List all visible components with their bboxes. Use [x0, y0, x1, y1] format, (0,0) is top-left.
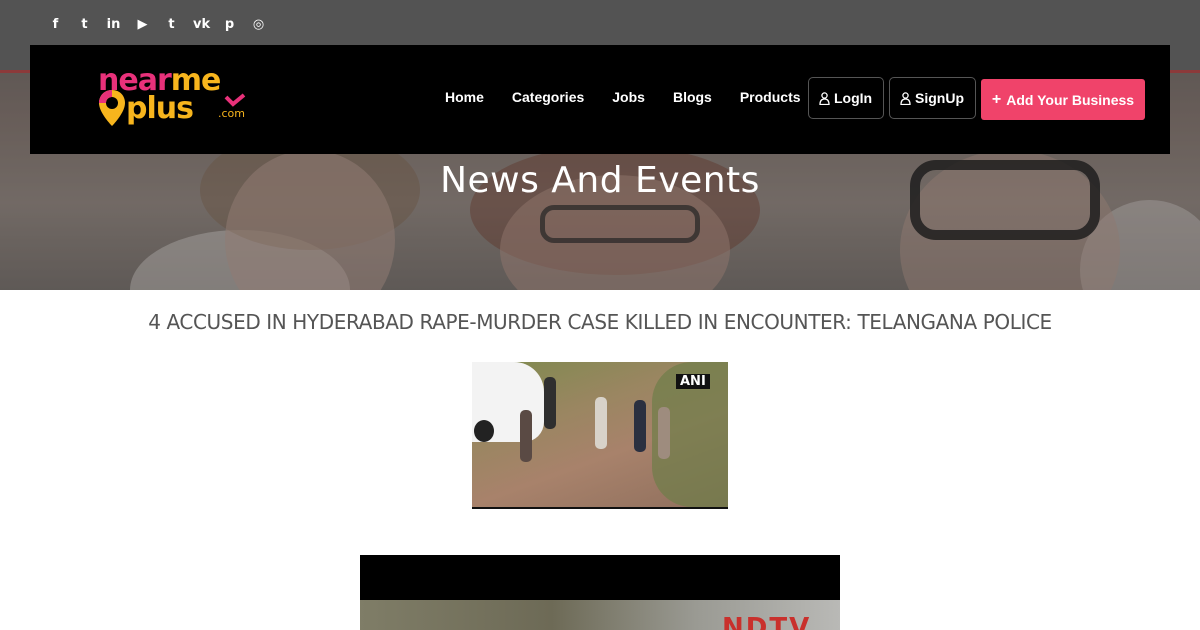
pinterest-icon[interactable]: p [222, 16, 237, 34]
logo-plus-text: plus [126, 91, 194, 126]
image-detail-wheel [474, 420, 494, 442]
user-icon [819, 91, 830, 105]
twitter-icon[interactable]: t [77, 16, 92, 34]
main-navbar: nearme plus .com Home Categories Jobs Bl… [30, 45, 1170, 154]
login-button[interactable]: LogIn [808, 77, 884, 119]
image-watermark: ANI [676, 374, 710, 389]
nav-item-blogs[interactable]: Blogs [673, 89, 712, 105]
image-detail-person [544, 377, 556, 429]
nav-menu: Home Categories Jobs Blogs Products [445, 89, 801, 105]
facebook-icon[interactable]: f [48, 16, 63, 34]
location-pin-icon [99, 90, 125, 126]
signup-button[interactable]: SignUp [889, 77, 976, 119]
youtube-icon[interactable]: ▶ [135, 16, 150, 34]
checkmark-icon [224, 93, 246, 107]
instagram-icon[interactable]: ◎ [251, 16, 266, 34]
signup-label: SignUp [915, 90, 964, 106]
image-detail-person [634, 400, 646, 452]
social-links: f t in ▶ t vk p ◎ [48, 16, 266, 34]
plus-icon: + [991, 90, 1002, 108]
page-title: News And Events [440, 160, 760, 201]
image-detail-person [658, 407, 670, 459]
login-label: LogIn [834, 90, 873, 106]
linkedin-icon[interactable]: in [106, 16, 121, 34]
user-icon [900, 91, 911, 105]
add-business-button[interactable]: + Add Your Business [981, 79, 1145, 120]
image-detail-person [595, 397, 607, 449]
image-detail-person [520, 410, 532, 462]
article-video[interactable]: NDTV [360, 555, 840, 630]
tumblr-icon[interactable]: t [164, 16, 179, 34]
article-title[interactable]: 4 ACCUSED IN HYDERABAD RAPE-MURDER CASE … [0, 310, 1200, 334]
vk-icon[interactable]: vk [193, 16, 210, 34]
video-watermark: NDTV [722, 613, 812, 630]
nav-item-categories[interactable]: Categories [512, 89, 584, 105]
nav-item-home[interactable]: Home [445, 89, 484, 105]
site-logo[interactable]: nearme plus .com [98, 65, 258, 135]
nav-item-jobs[interactable]: Jobs [612, 89, 645, 105]
nav-item-products[interactable]: Products [740, 89, 801, 105]
add-business-label: Add Your Business [1006, 91, 1135, 108]
article-image[interactable]: ANI [472, 362, 728, 509]
logo-com-text: .com [218, 107, 245, 120]
